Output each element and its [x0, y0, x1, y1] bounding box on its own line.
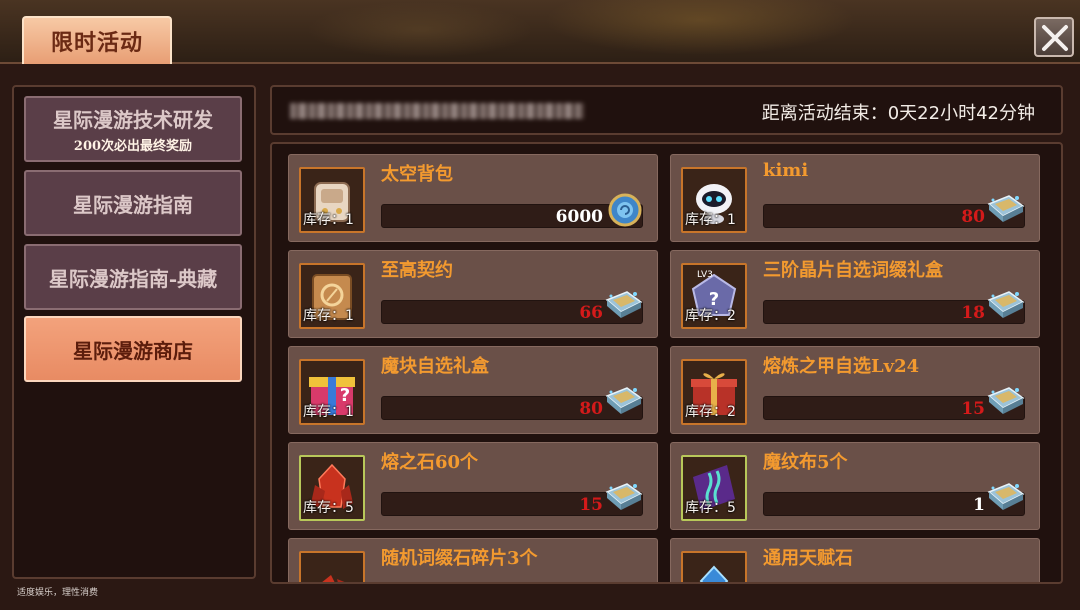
- shop-grid: 库存：1 太空背包 6000 库存：1 kimi 80 库存：1 至高契约 66…: [270, 142, 1063, 584]
- item-price: 1: [973, 495, 985, 515]
- contract-scroll-icon: 库存：1: [299, 263, 365, 329]
- countdown-text: 距离活动结束：0天22小时42分钟: [761, 103, 1035, 124]
- item-name: 熔之石60个: [381, 452, 479, 473]
- shop-item-card[interactable]: 库存：5 魔纹布5个 1: [670, 442, 1040, 530]
- shop-item-card[interactable]: ? LV3 库存：2 三阶晶片自选词缀礼盒 18: [670, 250, 1040, 338]
- sidebar-item-sublabel: 200次必出最终奖励: [73, 139, 193, 154]
- red-shard-icon: [299, 551, 365, 582]
- shop-item-card[interactable]: 库存：2 熔炼之甲自选Lv24 15: [670, 346, 1040, 434]
- item-name: 至高契约: [381, 260, 453, 281]
- item-price: 6000: [555, 207, 603, 227]
- page-title-tab: 限时活动: [22, 16, 172, 64]
- item-name: 魔块自选礼盒: [381, 356, 489, 377]
- red-gift-box-icon: 库存：2: [681, 359, 747, 425]
- ticket-book-icon: [605, 483, 643, 510]
- sidebar-item-label: 星际漫游商店: [73, 338, 193, 363]
- lv3-crystal-box-icon: ? LV3 库存：2: [681, 263, 747, 329]
- sidebar-item-guide-collection[interactable]: 星际漫游指南-典藏: [24, 244, 242, 310]
- item-price: 18: [961, 303, 985, 323]
- red-crystal-icon: 库存：5: [299, 455, 365, 521]
- shop-item-card[interactable]: 通用天赋石: [670, 538, 1040, 582]
- sidebar-item-label: 星际漫游指南: [73, 192, 193, 217]
- sidebar-item-label: 星际漫游指南-典藏: [48, 266, 218, 291]
- countdown-bar: 距离活动结束：0天22小时42分钟: [270, 85, 1063, 135]
- sidebar-item-shop[interactable]: 星际漫游商店: [24, 316, 242, 382]
- stock-label: 库存：1: [303, 308, 354, 324]
- space-backpack-icon: 库存：1: [299, 167, 365, 233]
- item-name: 魔纹布5个: [763, 452, 848, 473]
- item-name: 随机词缀石碎片3个: [381, 548, 538, 569]
- ticket-book-icon: [605, 387, 643, 414]
- blurred-info: [290, 103, 584, 119]
- item-price: 80: [579, 399, 603, 419]
- ticket-book-icon: [987, 387, 1025, 414]
- ticket-book-icon: [605, 291, 643, 318]
- shop-item-card[interactable]: ? 库存：1 魔块自选礼盒 80: [288, 346, 658, 434]
- shop-item-card[interactable]: 随机词缀石碎片3个: [288, 538, 658, 582]
- item-price: 80: [961, 207, 985, 227]
- stock-label: 库存：5: [685, 500, 736, 516]
- ticket-book-icon: [987, 483, 1025, 510]
- sidebar-item-guide[interactable]: 星际漫游指南: [24, 170, 242, 236]
- shop-item-card[interactable]: 库存：1 kimi 80: [670, 154, 1040, 242]
- price-bar: [381, 204, 643, 228]
- footer-note: 适度娱乐，理性消费: [17, 588, 99, 598]
- item-price: 66: [579, 303, 603, 323]
- item-name: kimi: [763, 160, 809, 181]
- item-price: 15: [961, 399, 985, 419]
- purple-cloth-icon: 库存：5: [681, 455, 747, 521]
- close-icon: [1042, 25, 1068, 51]
- sidebar: 星际漫游技术研发 200次必出最终奖励 星际漫游指南 星际漫游指南-典藏 星际漫…: [12, 85, 256, 579]
- item-name: 通用天赋石: [763, 548, 853, 569]
- close-button[interactable]: [1034, 17, 1074, 57]
- stock-label: 库存：1: [303, 212, 354, 228]
- robot-pet-icon: 库存：1: [681, 167, 747, 233]
- ticket-book-icon: [987, 291, 1025, 318]
- shop-item-card[interactable]: 库存：5 熔之石60个 15: [288, 442, 658, 530]
- ticket-book-icon: [987, 195, 1025, 222]
- stock-label: 库存：1: [685, 212, 736, 228]
- sidebar-item-label: 星际漫游技术研发: [53, 108, 213, 132]
- sidebar-item-tech-research[interactable]: 星际漫游技术研发 200次必出最终奖励: [24, 96, 242, 162]
- item-name: 熔炼之甲自选Lv24: [763, 356, 920, 377]
- mystery-gift-box-icon: ? 库存：1: [299, 359, 365, 425]
- svg-text:LV3: LV3: [697, 270, 713, 280]
- item-name: 太空背包: [381, 164, 453, 185]
- stock-label: 库存：2: [685, 404, 736, 420]
- blue-talent-stone-icon: [681, 551, 747, 582]
- shop-item-card[interactable]: 库存：1 至高契约 66: [288, 250, 658, 338]
- stock-label: 库存：5: [303, 500, 354, 516]
- item-price: 15: [579, 495, 603, 515]
- item-name: 三阶晶片自选词缀礼盒: [763, 260, 943, 281]
- stock-label: 库存：2: [685, 308, 736, 324]
- blue-gem-coin-icon: [608, 193, 642, 227]
- stock-label: 库存：1: [303, 404, 354, 420]
- shop-item-card[interactable]: 库存：1 太空背包 6000: [288, 154, 658, 242]
